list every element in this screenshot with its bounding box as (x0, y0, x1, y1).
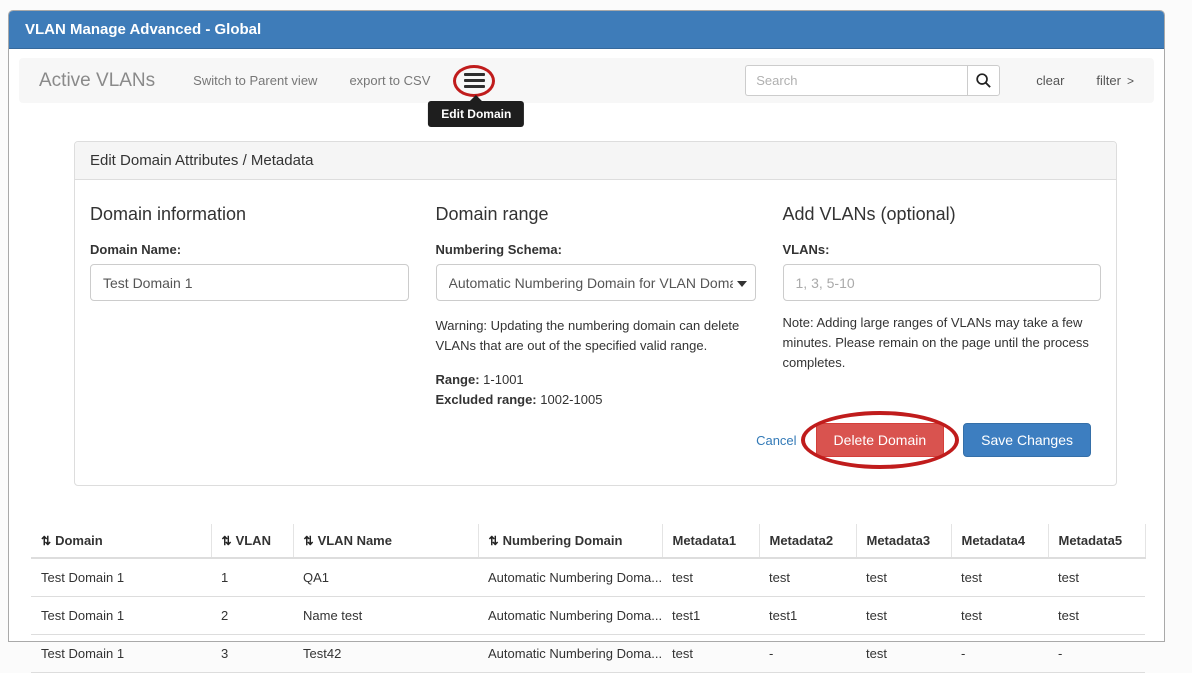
cell-numbering-domain: Automatic Numbering Doma... (478, 635, 662, 673)
active-vlans-heading: Active VLANs (39, 70, 155, 92)
cell-vlan-name: Test42 (293, 635, 478, 673)
numbering-warning-text: Warning: Updating the numbering domain c… (436, 316, 756, 356)
add-vlans-note: Note: Adding large ranges of VLANs may t… (783, 313, 1102, 373)
sort-icon: ⇅ (222, 534, 232, 548)
dropdown-caret-icon (737, 281, 747, 287)
cell-numbering-domain: Automatic Numbering Doma... (478, 597, 662, 635)
add-vlans-section: Add VLANs (optional) VLANs: Note: Adding… (783, 204, 1102, 409)
cell-metadata4: - (951, 635, 1048, 673)
column-header-domain[interactable]: ⇅Domain (31, 524, 211, 558)
cell-metadata4: test (951, 597, 1048, 635)
search-button[interactable] (967, 65, 1000, 96)
column-header-metadata2: Metadata2 (759, 524, 856, 558)
domain-information-heading: Domain information (90, 204, 409, 225)
cell-metadata1: test (662, 635, 759, 673)
cell-metadata5: - (1048, 635, 1145, 673)
panel-actions: Cancel Delete Domain Save Changes (90, 423, 1101, 457)
table-header-row: ⇅Domain ⇅VLAN ⇅VLAN Name ⇅Numbering Doma… (31, 524, 1145, 558)
edit-domain-tooltip: Edit Domain (428, 101, 524, 127)
cell-vlan: 3 (211, 635, 293, 673)
table-row: Test Domain 1 1 QA1 Automatic Numbering … (31, 558, 1145, 597)
numbering-schema-value: Automatic Numbering Domain for VLAN Doma (449, 275, 733, 291)
menu-icon (464, 85, 485, 88)
chevron-right-icon: > (1127, 74, 1134, 88)
delete-domain-button[interactable]: Delete Domain (816, 423, 945, 457)
range-value: 1-1001 (480, 372, 524, 387)
cell-metadata3: test (856, 558, 951, 597)
range-label: Range: (436, 372, 480, 387)
excluded-range-value: 1002-1005 (537, 392, 603, 407)
cell-metadata3: test (856, 597, 951, 635)
numbering-schema-label: Numbering Schema: (436, 242, 756, 257)
column-header-metadata3: Metadata3 (856, 524, 951, 558)
cell-metadata2: - (759, 635, 856, 673)
edit-domain-menu-button[interactable]: Edit Domain (462, 72, 486, 90)
domain-range-section: Domain range Numbering Schema: Automatic… (436, 204, 756, 409)
cell-metadata5: test (1048, 597, 1145, 635)
domain-range-heading: Domain range (436, 204, 756, 225)
cell-numbering-domain: Automatic Numbering Doma... (478, 558, 662, 597)
save-changes-button[interactable]: Save Changes (963, 423, 1091, 457)
domain-information-section: Domain information Domain Name: (90, 204, 409, 409)
menu-icon (464, 73, 485, 76)
switch-to-parent-view-link[interactable]: Switch to Parent view (193, 73, 317, 88)
cell-metadata1: test1 (662, 597, 759, 635)
search-group (745, 65, 1000, 96)
column-header-metadata5: Metadata5 (1048, 524, 1145, 558)
page-container: VLAN Manage Advanced - Global Active VLA… (8, 10, 1165, 642)
edit-domain-panel-body: Domain information Domain Name: Domain r… (75, 180, 1116, 485)
cell-domain: Test Domain 1 (31, 635, 211, 673)
clear-link[interactable]: clear (1036, 73, 1064, 88)
cell-metadata3: test (856, 635, 951, 673)
filter-link[interactable]: filter > (1096, 73, 1134, 88)
column-header-metadata4: Metadata4 (951, 524, 1048, 558)
vlan-table-container: ⇅Domain ⇅VLAN ⇅VLAN Name ⇅Numbering Doma… (31, 524, 1144, 673)
cancel-link[interactable]: Cancel (756, 433, 796, 448)
cell-metadata2: test1 (759, 597, 856, 635)
excluded-range-label: Excluded range: (436, 392, 537, 407)
domain-name-label: Domain Name: (90, 242, 409, 257)
cell-metadata5: test (1048, 558, 1145, 597)
numbering-schema-select[interactable]: Automatic Numbering Domain for VLAN Doma (436, 264, 756, 301)
column-header-metadata1: Metadata1 (662, 524, 759, 558)
search-input[interactable] (745, 65, 967, 96)
page-title: VLAN Manage Advanced - Global (25, 21, 261, 38)
delete-domain-label: Delete Domain (834, 432, 927, 448)
filter-label: filter (1096, 73, 1121, 88)
search-icon (975, 72, 992, 89)
cell-domain: Test Domain 1 (31, 558, 211, 597)
toolbar: Active VLANs Switch to Parent view expor… (19, 58, 1154, 103)
edit-domain-panel-title: Edit Domain Attributes / Metadata (75, 142, 1116, 180)
domain-name-input[interactable] (90, 264, 409, 301)
cell-metadata1: test (662, 558, 759, 597)
vlan-table: ⇅Domain ⇅VLAN ⇅VLAN Name ⇅Numbering Doma… (31, 524, 1146, 673)
edit-domain-panel: Edit Domain Attributes / Metadata Domain… (74, 141, 1117, 486)
sort-icon: ⇅ (41, 534, 51, 548)
vlans-label: VLANs: (783, 242, 1102, 257)
window-header: VLAN Manage Advanced - Global (9, 11, 1164, 49)
cell-vlan: 2 (211, 597, 293, 635)
cell-vlan-name: Name test (293, 597, 478, 635)
table-row: Test Domain 1 3 Test42 Automatic Numberi… (31, 635, 1145, 673)
column-header-numbering-domain[interactable]: ⇅Numbering Domain (478, 524, 662, 558)
menu-icon (464, 79, 485, 82)
sort-icon: ⇅ (489, 534, 499, 548)
column-header-vlan[interactable]: ⇅VLAN (211, 524, 293, 558)
save-changes-label: Save Changes (981, 432, 1073, 448)
excluded-range-line: Excluded range: 1002-1005 (436, 390, 756, 410)
table-row: Test Domain 1 2 Name test Automatic Numb… (31, 597, 1145, 635)
export-to-csv-link[interactable]: export to CSV (349, 73, 430, 88)
cell-metadata4: test (951, 558, 1048, 597)
add-vlans-heading: Add VLANs (optional) (783, 204, 1102, 225)
cell-metadata2: test (759, 558, 856, 597)
column-header-vlan-name[interactable]: ⇅VLAN Name (293, 524, 478, 558)
vlans-input[interactable] (783, 264, 1102, 301)
cell-vlan: 1 (211, 558, 293, 597)
range-line: Range: 1-1001 (436, 370, 756, 390)
cell-vlan-name: QA1 (293, 558, 478, 597)
sort-icon: ⇅ (304, 534, 314, 548)
cell-domain: Test Domain 1 (31, 597, 211, 635)
